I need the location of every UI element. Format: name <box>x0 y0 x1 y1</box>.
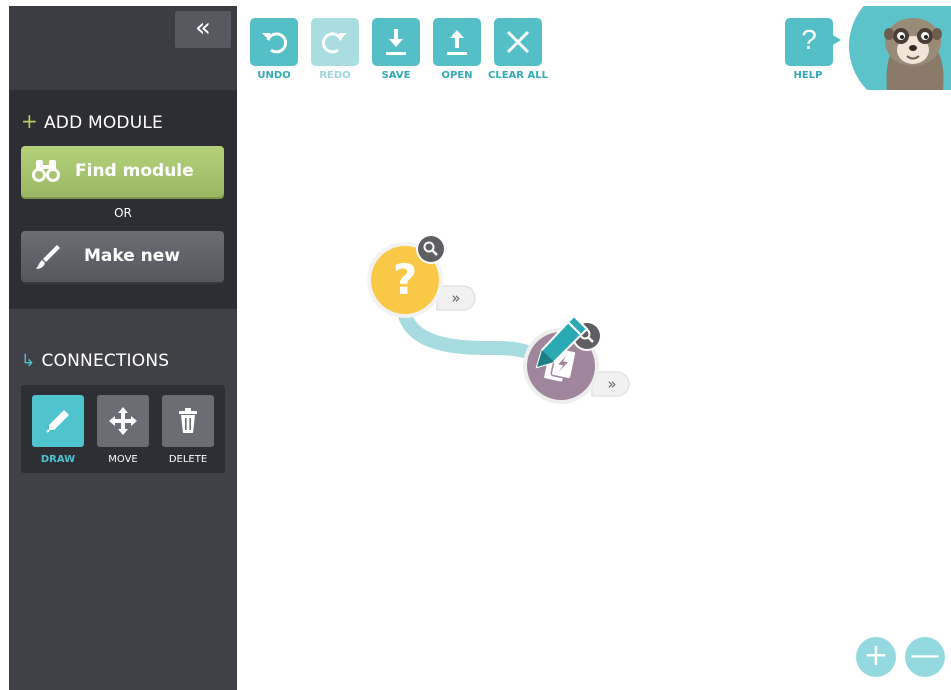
or-divider-text: OR <box>114 206 132 220</box>
save-button[interactable] <box>372 18 420 66</box>
download-icon <box>386 29 406 55</box>
add-module-heading: + ADD MODULE <box>21 109 163 133</box>
redo-icon <box>322 32 347 54</box>
connections-title: CONNECTIONS <box>41 351 170 371</box>
undo-label: UNDO <box>257 70 291 81</box>
meerkat-mascot-avatar[interactable] <box>849 6 951 90</box>
open-label: OPEN <box>441 70 473 81</box>
clear-all-button[interactable] <box>494 18 542 66</box>
move-tool-label: MOVE <box>108 454 138 465</box>
open-button[interactable] <box>433 18 481 66</box>
pencil-icon <box>46 410 69 433</box>
close-x-icon <box>506 30 530 54</box>
help-label: HELP <box>793 70 823 81</box>
binoculars-icon <box>31 158 61 188</box>
upload-icon <box>447 30 467 55</box>
find-module-button[interactable]: Find module <box>21 146 224 197</box>
delete-tool-label: DELETE <box>168 454 208 465</box>
zoom-out-button[interactable]: — <box>905 637 945 677</box>
connections-heading: ↳ CONNECTIONS <box>21 351 169 371</box>
top-toolbar: UNDO REDO SAVE OPEN CLEAR ALL ? HELP <box>237 6 951 90</box>
save-label: SAVE <box>381 70 411 81</box>
help-button[interactable]: ? <box>785 18 841 66</box>
plus-icon: + <box>21 109 38 133</box>
inspect-module-1-search-icon[interactable] <box>416 234 446 264</box>
trash-icon <box>179 408 197 433</box>
draw-tool-label: DRAW <box>40 454 76 465</box>
undo-icon <box>262 32 287 54</box>
paintbrush-icon <box>35 243 61 275</box>
find-module-label: Find module <box>75 161 194 181</box>
make-new-label: Make new <box>84 246 181 266</box>
sidebar: « + ADD MODULE Find module OR Make new ↳… <box>9 6 237 690</box>
expand-module-1-button[interactable]: » <box>451 289 460 307</box>
help-question-icon: ? <box>801 24 817 55</box>
redo-label: REDO <box>319 70 351 81</box>
connection-arrow-icon: ↳ <box>21 351 36 371</box>
add-module-title: ADD MODULE <box>43 113 163 133</box>
speech-tail-icon <box>831 34 841 46</box>
make-new-button[interactable]: Make new <box>21 231 224 282</box>
delete-tool-button[interactable] <box>162 395 214 447</box>
clear-all-label: CLEAR ALL <box>488 70 548 81</box>
draw-tool-button[interactable] <box>32 395 84 447</box>
move-tool-button[interactable] <box>97 395 149 447</box>
collapse-sidebar-button[interactable]: « <box>175 11 231 48</box>
move-arrows-icon <box>109 407 137 435</box>
module-canvas[interactable]: ? » » + — <box>237 90 951 690</box>
sidebar-header: « <box>9 6 237 90</box>
expand-module-2-button[interactable]: » <box>607 375 616 393</box>
redo-button[interactable] <box>311 18 359 66</box>
connection-tools-panel: DRAW MOVE DELETE <box>21 385 225 473</box>
svg-text:?: ? <box>393 255 417 304</box>
zoom-in-button[interactable]: + <box>856 637 896 677</box>
double-chevron-left-icon: « <box>195 13 211 43</box>
undo-button[interactable] <box>250 18 298 66</box>
